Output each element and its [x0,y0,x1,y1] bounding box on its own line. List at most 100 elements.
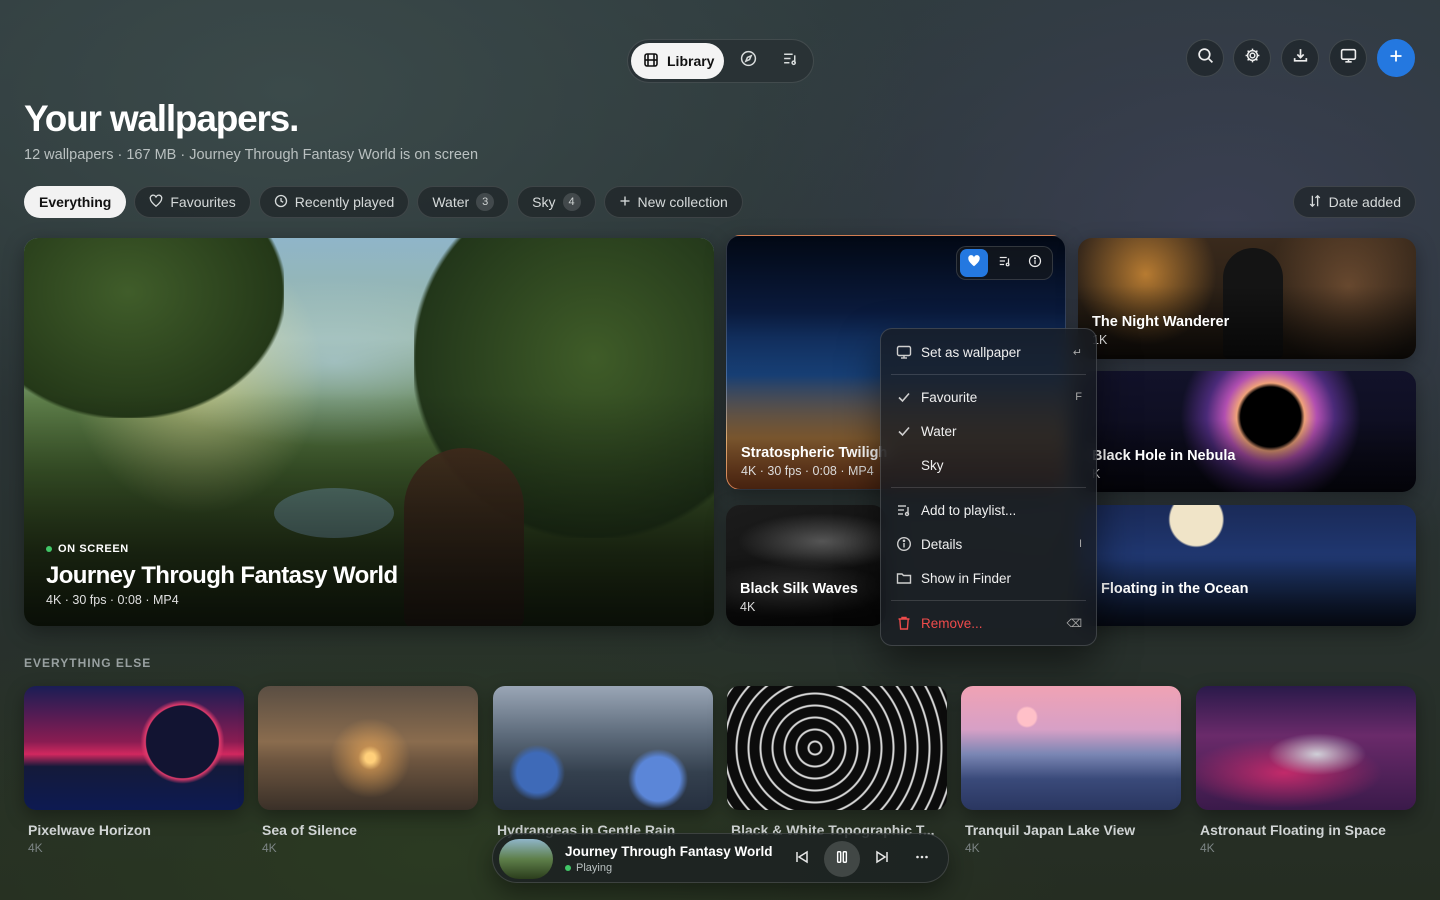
menu-item-label: Show in Finder [921,570,1012,586]
ellipsis-icon [914,849,930,870]
wallpaper-card-floating-ocean[interactable]: Floating in the Ocean [1078,505,1416,626]
tile-meta: 4K [262,841,277,855]
menu-item-details[interactable]: Details I [881,527,1096,561]
tile-thumbnail [961,686,1181,810]
tab-playlists[interactable] [772,43,808,79]
previous-button[interactable] [784,841,820,877]
wallpaper-tile-japan-lake[interactable]: Tranquil Japan Lake View 4K [961,686,1181,855]
shortcut-hint: ↵ [1072,346,1082,359]
chip-everything[interactable]: Everything [24,186,127,218]
display-icon [1340,47,1357,69]
chip-recently-played[interactable]: Recently played [258,186,410,218]
tile-thumbnail [727,686,947,810]
menu-item-show-in-finder[interactable]: Show in Finder [881,561,1096,595]
playlist-icon [998,254,1012,273]
wallpaper-card-black-hole[interactable]: Black Hole in Nebula K [1078,371,1416,492]
status-dot-icon [46,546,52,552]
wallpaper-tile-sea-of-silence[interactable]: Sea of Silence 4K [258,686,478,855]
chip-sky[interactable]: Sky 4 [517,186,596,218]
chip-favourites[interactable]: Favourites [134,186,251,218]
featured-wallpaper-card[interactable]: ON SCREEN Journey Through Fantasy World … [24,238,714,626]
chip-count: 4 [562,193,581,211]
view-switcher: Library [627,39,814,83]
card-title: Black Hole in Nebula [1092,448,1236,464]
skip-forward-icon [874,849,890,870]
favourite-toggle[interactable] [960,249,988,277]
settings-button[interactable] [1233,39,1271,77]
menu-separator [891,487,1086,488]
menu-item-sky[interactable]: Sky [881,448,1096,482]
tile-title: Sea of Silence [262,822,357,838]
status-dot-icon [565,865,571,871]
card-title: Floating in the Ocean [1101,581,1249,597]
tile-thumbnail [24,686,244,810]
playlist-icon [896,502,912,518]
sort-label: Date added [1328,194,1401,210]
pause-button[interactable] [824,841,860,877]
now-playing-thumbnail[interactable] [499,839,553,879]
menu-item-label: Water [921,423,957,439]
wallpaper-tile-hydrangeas[interactable]: Hydrangeas in Gentle Rain [493,686,713,841]
now-playing-status: Playing [565,862,612,874]
tile-meta: 4K [28,841,43,855]
section-heading: EVERYTHING ELSE [24,656,152,670]
menu-separator [891,374,1086,375]
check-icon [896,423,912,439]
gear-icon [1244,47,1261,69]
display-icon [896,344,912,360]
card-hover-toolbar [956,246,1053,280]
shortcut-hint: F [1075,391,1082,403]
page-subtitle: 12 wallpapers · 167 MB · Journey Through… [24,147,479,163]
wallpaper-tile-topographic[interactable]: Black & White Topographic T... [727,686,947,841]
wallpaper-card-black-silk[interactable]: Black Silk Waves 4K [726,505,886,626]
on-screen-badge: ON SCREEN [46,543,129,555]
info-icon [896,536,912,552]
tab-library[interactable]: Library [631,43,724,79]
menu-item-remove[interactable]: Remove... ⌫ [881,606,1096,640]
menu-item-label: Sky [921,457,944,473]
status-label: Playing [576,862,613,874]
menu-item-water[interactable]: Water [881,414,1096,448]
add-wallpaper-button[interactable] [1377,39,1415,77]
chip-water[interactable]: Water 3 [417,186,510,218]
folder-icon [896,570,912,586]
menu-item-set-wallpaper[interactable]: Set as wallpaper ↵ [881,335,1096,369]
search-button[interactable] [1186,39,1224,77]
more-options-button[interactable] [904,841,940,877]
wallpaper-tile-astronaut[interactable]: Astronaut Floating in Space 4K [1196,686,1416,855]
page-title: Your wallpapers. [24,98,299,139]
trash-icon [896,615,912,631]
film-icon [643,52,659,71]
shortcut-hint: ⌫ [1066,617,1082,630]
context-menu: Set as wallpaper ↵ Favourite F Water Sky… [880,328,1097,646]
wallpaper-card-night-wanderer[interactable]: The Night Wanderer 1K [1078,238,1416,359]
tile-meta: 4K [965,841,980,855]
menu-item-label: Details [921,536,963,552]
download-button[interactable] [1281,39,1319,77]
info-button[interactable] [1021,249,1049,277]
tab-explore[interactable] [730,43,766,79]
tile-title: Astronaut Floating in Space [1200,822,1386,838]
skip-back-icon [794,849,810,870]
shortcut-hint: I [1078,538,1082,550]
menu-item-label: Add to playlist... [921,502,1017,518]
sort-button[interactable]: Date added [1292,186,1416,218]
menu-item-favourite[interactable]: Favourite F [881,380,1096,414]
now-playing-bar: Journey Through Fantasy World Playing [492,833,949,883]
tab-library-label: Library [667,53,715,69]
filter-chips: Everything Favourites Recently played Wa… [24,186,743,218]
chip-label: Everything [39,194,112,210]
next-button[interactable] [864,841,900,877]
tile-meta: 4K [1200,841,1215,855]
menu-item-add-to-playlist[interactable]: Add to playlist... [881,493,1096,527]
menu-item-label: Remove... [921,615,983,631]
tile-title: Pixelwave Horizon [28,822,151,838]
add-to-playlist-button[interactable] [991,249,1019,277]
card-shade [24,393,714,626]
card-title: Stratospheric Twiligh [741,445,888,461]
wallpaper-tile-pixelwave[interactable]: Pixelwave Horizon 4K [24,686,244,855]
clock-icon [274,194,288,211]
chip-label: Sky [532,194,556,210]
display-button[interactable] [1329,39,1367,77]
new-collection-button[interactable]: New collection [603,186,743,218]
